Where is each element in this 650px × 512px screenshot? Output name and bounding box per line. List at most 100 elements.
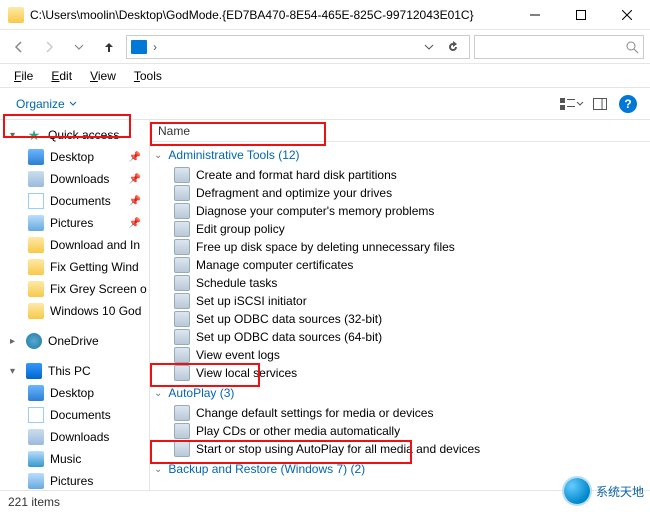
list-item[interactable]: Diagnose your computer's memory problems — [150, 202, 650, 220]
pin-icon: 📌 — [129, 152, 141, 163]
list-item[interactable]: Play CDs or other media automatically — [150, 422, 650, 440]
sidebar-item-label: Music — [50, 452, 81, 466]
chevron-right-icon: ▸ — [10, 336, 20, 347]
back-button[interactable] — [6, 34, 32, 60]
control-panel-icon — [174, 239, 190, 255]
content-pane: Name ⌄Administrative Tools (12) Create an… — [150, 120, 650, 490]
sidebar-this-pc[interactable]: ▾ This PC — [0, 360, 149, 382]
list-item[interactable]: Edit group policy — [150, 220, 650, 238]
group-header[interactable]: ⌄Backup and Restore (Windows 7) (2) — [150, 458, 650, 480]
chevron-down-icon: ▾ — [10, 366, 20, 377]
status-item-count: 221 items — [8, 495, 60, 509]
control-panel-icon — [174, 423, 190, 439]
address-dropdown-button[interactable] — [417, 34, 441, 60]
item-label: View local services — [196, 366, 297, 380]
list-item[interactable]: Change default settings for media or dev… — [150, 404, 650, 422]
sidebar-onedrive[interactable]: ▸ OneDrive — [0, 330, 149, 352]
close-button[interactable] — [604, 0, 650, 30]
watermark-text: 系统天地 — [596, 483, 644, 500]
folder-icon — [28, 407, 44, 423]
sidebar-item[interactable]: Desktop 📌 — [0, 146, 149, 168]
watermark: 系统天地 — [564, 478, 644, 504]
control-panel-icon — [174, 405, 190, 421]
folder-icon — [28, 385, 44, 401]
sidebar-label: OneDrive — [48, 334, 99, 348]
chevron-down-icon: ⌄ — [154, 464, 162, 475]
forward-button[interactable] — [36, 34, 62, 60]
item-label: Start or stop using AutoPlay for all med… — [196, 442, 480, 456]
sidebar-item[interactable]: Desktop — [0, 382, 149, 404]
sidebar-item[interactable]: Fix Grey Screen o — [0, 278, 149, 300]
item-label: Create and format hard disk partitions — [196, 168, 397, 182]
up-button[interactable] — [96, 34, 122, 60]
list-item[interactable]: View event logs — [150, 346, 650, 364]
sidebar-item[interactable]: Pictures📌 — [0, 212, 149, 234]
window-title: C:\Users\moolin\Desktop\GodMode.{ED7BA47… — [30, 8, 512, 22]
refresh-button[interactable] — [441, 34, 465, 60]
sidebar-item-label: Desktop — [50, 150, 94, 164]
list-item[interactable]: Manage computer certificates — [150, 256, 650, 274]
control-panel-icon — [174, 275, 190, 291]
list-item[interactable]: Create and format hard disk partitions — [150, 166, 650, 184]
list-item[interactable]: Set up iSCSI initiator — [150, 292, 650, 310]
command-bar: Organize ? — [0, 88, 650, 120]
sidebar-item[interactable]: Documents📌 — [0, 190, 149, 212]
sidebar-label: This PC — [48, 364, 91, 378]
menu-view[interactable]: View — [82, 67, 124, 85]
folder-icon — [28, 149, 44, 165]
sidebar-item[interactable]: Pictures — [0, 470, 149, 490]
menu-file[interactable]: File — [6, 67, 41, 85]
sidebar-item-label: Fix Getting Wind — [50, 260, 139, 274]
sidebar-item[interactable]: Download and In — [0, 234, 149, 256]
menu-edit[interactable]: Edit — [43, 67, 80, 85]
list-item[interactable]: Start or stop using AutoPlay for all med… — [150, 440, 650, 458]
control-panel-icon — [174, 347, 190, 363]
list-item[interactable]: Set up ODBC data sources (32-bit) — [150, 310, 650, 328]
item-label: Edit group policy — [196, 222, 285, 236]
maximize-button[interactable] — [558, 0, 604, 30]
folder-icon — [28, 215, 44, 231]
search-box[interactable] — [474, 35, 644, 59]
star-icon: ★ — [26, 127, 42, 143]
sidebar-item[interactable]: Documents — [0, 404, 149, 426]
folder-icon — [28, 281, 44, 297]
preview-pane-button[interactable] — [586, 92, 614, 116]
folder-icon — [28, 303, 44, 319]
minimize-button[interactable] — [512, 0, 558, 30]
item-label: Diagnose your computer's memory problems — [196, 204, 434, 218]
chevron-down-icon — [69, 100, 77, 108]
control-panel-icon — [174, 365, 190, 381]
column-header-name[interactable]: Name — [150, 120, 650, 142]
list-item[interactable]: Free up disk space by deleting unnecessa… — [150, 238, 650, 256]
sidebar-item[interactable]: Downloads — [0, 426, 149, 448]
sidebar-item-label: Pictures — [50, 216, 93, 230]
help-button[interactable]: ? — [614, 92, 642, 116]
search-icon — [625, 40, 639, 54]
sidebar-item-label: Fix Grey Screen o — [50, 282, 147, 296]
folder-icon — [28, 429, 44, 445]
chevron-right-icon: › — [151, 40, 159, 54]
sidebar-item[interactable]: Downloads📌 — [0, 168, 149, 190]
item-label: Play CDs or other media automatically — [196, 424, 400, 438]
control-panel-icon — [174, 167, 190, 183]
list-item[interactable]: Schedule tasks — [150, 274, 650, 292]
list-item[interactable]: Set up ODBC data sources (64-bit) — [150, 328, 650, 346]
item-label: Free up disk space by deleting unnecessa… — [196, 240, 455, 254]
item-label: View event logs — [196, 348, 280, 362]
control-panel-icon — [174, 293, 190, 309]
sidebar-item[interactable]: Music — [0, 448, 149, 470]
folder-icon — [28, 451, 44, 467]
pc-icon — [26, 363, 42, 379]
group-header[interactable]: ⌄Administrative Tools (12) — [150, 144, 650, 166]
list-item[interactable]: Defragment and optimize your drives — [150, 184, 650, 202]
group-header[interactable]: ⌄AutoPlay (3) — [150, 382, 650, 404]
menu-tools[interactable]: Tools — [126, 67, 170, 85]
sidebar-item[interactable]: Fix Getting Wind — [0, 256, 149, 278]
organize-button[interactable]: Organize — [8, 93, 85, 115]
sidebar-quick-access[interactable]: ▾ ★ Quick access — [0, 124, 149, 146]
list-item[interactable]: View local services — [150, 364, 650, 382]
sidebar-item[interactable]: Windows 10 God — [0, 300, 149, 322]
address-bar[interactable]: › — [126, 35, 470, 59]
recent-locations-button[interactable] — [66, 34, 92, 60]
view-options-button[interactable] — [558, 92, 586, 116]
